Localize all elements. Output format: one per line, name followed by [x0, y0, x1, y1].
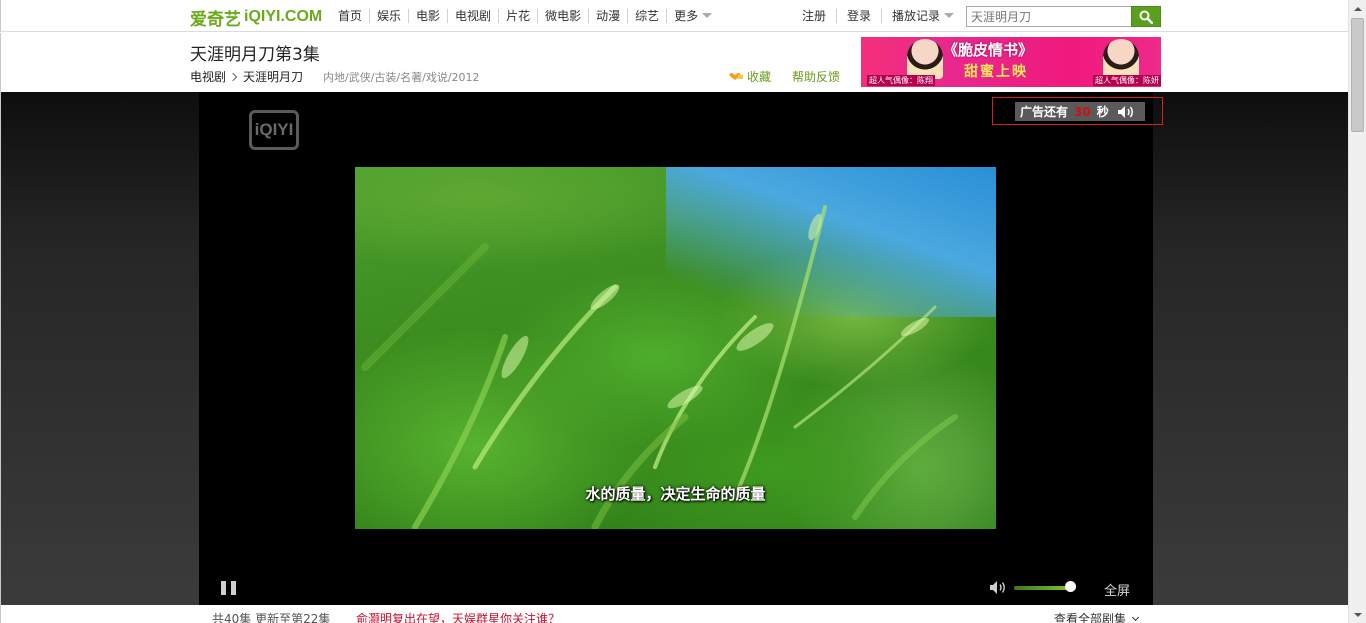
ad-banner[interactable]: 《脆皮情书》 甜蜜上映 超人气偶像：陈翔 超人气偶像：陈妍	[861, 37, 1161, 87]
speaker-icon[interactable]	[1117, 105, 1137, 119]
volume-handle[interactable]	[1064, 581, 1076, 592]
pause-icon-bar	[231, 581, 236, 595]
favorite-button[interactable]: 收藏	[728, 68, 771, 85]
nav-anime[interactable]: 动漫	[588, 9, 627, 23]
page-title: 天涯明月刀第3集	[190, 45, 320, 65]
banner-caption-left: 超人气偶像：陈翔	[867, 75, 935, 86]
banner-subtitle: 甜蜜上映	[964, 64, 1028, 80]
arrow-down-icon	[1353, 612, 1362, 617]
feedback-link[interactable]: 帮助反馈	[792, 68, 840, 85]
pause-button[interactable]	[221, 581, 236, 595]
nav-movies[interactable]: 电影	[408, 9, 447, 23]
breadcrumb: 电视剧 天涯明月刀	[190, 68, 303, 85]
video-player[interactable]: iQIYI 广告还有 30 秒 水的质量，决定生命的质量 全屏	[199, 92, 1163, 605]
chevron-down-icon	[944, 13, 955, 18]
speaker-icon[interactable]	[989, 580, 1011, 595]
player-stage: iQIYI 广告还有 30 秒 水的质量，决定生命的质量 全屏	[0, 92, 1348, 605]
vertical-scrollbar[interactable]	[1348, 0, 1366, 623]
heart-icon	[729, 73, 743, 80]
breadcrumb-tv[interactable]: 电视剧	[190, 68, 226, 85]
top-nav: 爱奇艺 iQIYI.COM 首页 娱乐 电影 电视剧 片花 微电影 动漫 综艺 …	[0, 0, 1348, 32]
video-foliage	[361, 205, 958, 529]
favorite-label: 收藏	[747, 70, 772, 84]
ad-countdown: 广告还有 30 秒	[992, 97, 1163, 125]
site-logo[interactable]: 爱奇艺 iQIYI.COM	[190, 7, 323, 30]
nav-variety[interactable]: 综艺	[627, 9, 666, 23]
search-button[interactable]	[1131, 6, 1161, 27]
main-nav: 首页 娱乐 电影 电视剧 片花 微电影 动漫 综艺 更多	[338, 9, 719, 23]
ad-seconds: 30	[1074, 104, 1091, 119]
fullscreen-button[interactable]: 全屏	[1104, 580, 1130, 599]
login-link[interactable]: 登录	[836, 9, 881, 23]
nav-more[interactable]: 更多	[666, 9, 719, 23]
pause-icon	[221, 581, 226, 595]
banner-title: 《脆皮情书》	[943, 41, 1034, 59]
video-subtitle: 水的质量，决定生命的质量	[585, 485, 766, 503]
ad-suffix: 秒	[1096, 105, 1109, 119]
breadcrumb-series[interactable]: 天涯明月刀	[243, 68, 303, 85]
nav-trailers[interactable]: 片花	[498, 9, 537, 23]
chevron-right-icon	[228, 72, 238, 81]
user-nav: 注册 登录 播放记录	[802, 9, 964, 23]
video-header: 天涯明月刀第3集 电视剧 天涯明月刀 内地/武侠/古装/名著/戏说/2012 收…	[0, 33, 1348, 92]
banner-person-right	[1103, 39, 1139, 79]
chevron-down-icon	[702, 13, 713, 18]
nav-tv[interactable]: 电视剧	[447, 9, 498, 23]
ad-countdown-box: 广告还有 30 秒	[1015, 102, 1145, 121]
ad-prefix: 广告还有	[1020, 105, 1069, 119]
nav-home[interactable]: 首页	[338, 9, 369, 23]
search-icon	[1139, 10, 1153, 24]
volume-fill	[1014, 586, 1070, 590]
episode-info: 共40集 更新至第22集	[212, 612, 331, 623]
search-input[interactable]	[966, 6, 1132, 27]
all-episodes-label: 查看全部剧集	[1054, 612, 1127, 623]
arrow-up-icon	[1353, 6, 1362, 11]
scroll-thumb[interactable]	[1351, 18, 1364, 132]
banner-person-left	[907, 39, 943, 79]
logo-cn: 爱奇艺	[190, 9, 241, 30]
all-episodes-button[interactable]: 查看全部剧集	[1054, 610, 1140, 623]
promo-link[interactable]: 俞灏明复出在望，天娱群星你关注谁？	[356, 610, 560, 623]
nav-microfilm[interactable]: 微电影	[537, 9, 588, 23]
play-history-label: 播放记录	[892, 9, 941, 23]
scroll-up-button[interactable]	[1349, 0, 1366, 17]
episode-strip: 共40集 更新至第22集 俞灏明复出在望，天娱群星你关注谁？ 查看全部剧集	[0, 605, 1348, 623]
nav-entertainment[interactable]: 娱乐	[369, 9, 408, 23]
iqiyi-watermark: iQIYI	[249, 110, 299, 150]
register-link[interactable]: 注册	[802, 9, 836, 23]
video-frame: 水的质量，决定生命的质量	[355, 167, 996, 529]
chevron-down-icon	[1131, 613, 1140, 621]
play-history-link[interactable]: 播放记录	[881, 9, 964, 23]
genre-tags: 内地/武侠/古装/名著/戏说/2012	[323, 71, 480, 84]
logo-latin: iQIYI.COM	[244, 8, 323, 25]
scroll-down-button[interactable]	[1349, 606, 1366, 623]
banner-caption-right: 超人气偶像：陈妍	[1093, 75, 1161, 86]
nav-more-label: 更多	[674, 9, 699, 23]
